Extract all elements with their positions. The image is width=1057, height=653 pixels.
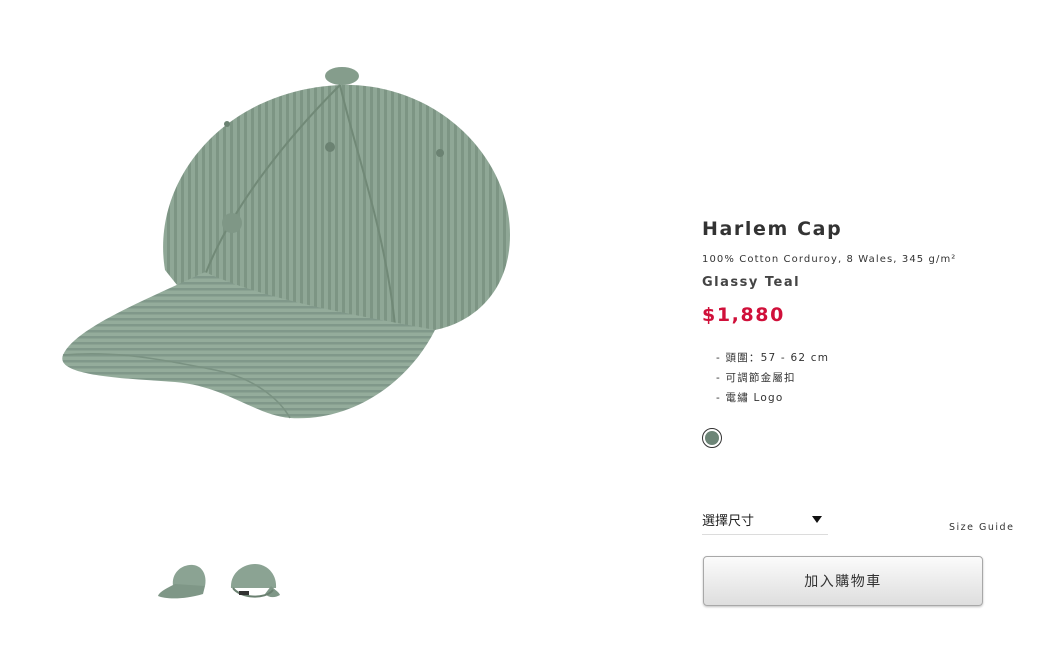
- product-info: Harlem Cap 100% Cotton Corduroy, 8 Wales…: [702, 218, 1032, 408]
- swatch-color: [705, 431, 719, 445]
- feature-item: - 頭圍：57 - 62 cm: [716, 352, 830, 364]
- chevron-down-icon: [812, 516, 822, 523]
- thumbnail-back[interactable]: [225, 558, 281, 608]
- product-main-image: [62, 67, 510, 419]
- thumbnail-front[interactable]: [155, 558, 211, 608]
- size-select[interactable]: 選擇尺寸: [702, 505, 828, 535]
- feature-item: - 可調節金屬扣: [716, 372, 796, 384]
- size-select-label: 選擇尺寸: [702, 514, 755, 529]
- product-page: Harlem Cap 100% Cotton Corduroy, 8 Wales…: [0, 0, 1057, 653]
- product-price: $1,880: [702, 304, 785, 326]
- thumbnail-strip: [155, 558, 281, 608]
- feature-item: - 電繡 Logo: [716, 392, 784, 404]
- product-material: 100% Cotton Corduroy, 8 Wales, 345 g/m²: [702, 254, 957, 265]
- product-title: Harlem Cap: [702, 218, 843, 240]
- color-swatch-glassy-teal[interactable]: [702, 428, 722, 448]
- product-color-name: Glassy Teal: [702, 275, 801, 290]
- add-to-cart-button[interactable]: 加入購物車: [703, 556, 983, 606]
- size-guide-link[interactable]: Size Guide: [949, 522, 1014, 533]
- feature-list: - 頭圍：57 - 62 cm - 可調節金屬扣 - 電繡 Logo: [716, 348, 1032, 408]
